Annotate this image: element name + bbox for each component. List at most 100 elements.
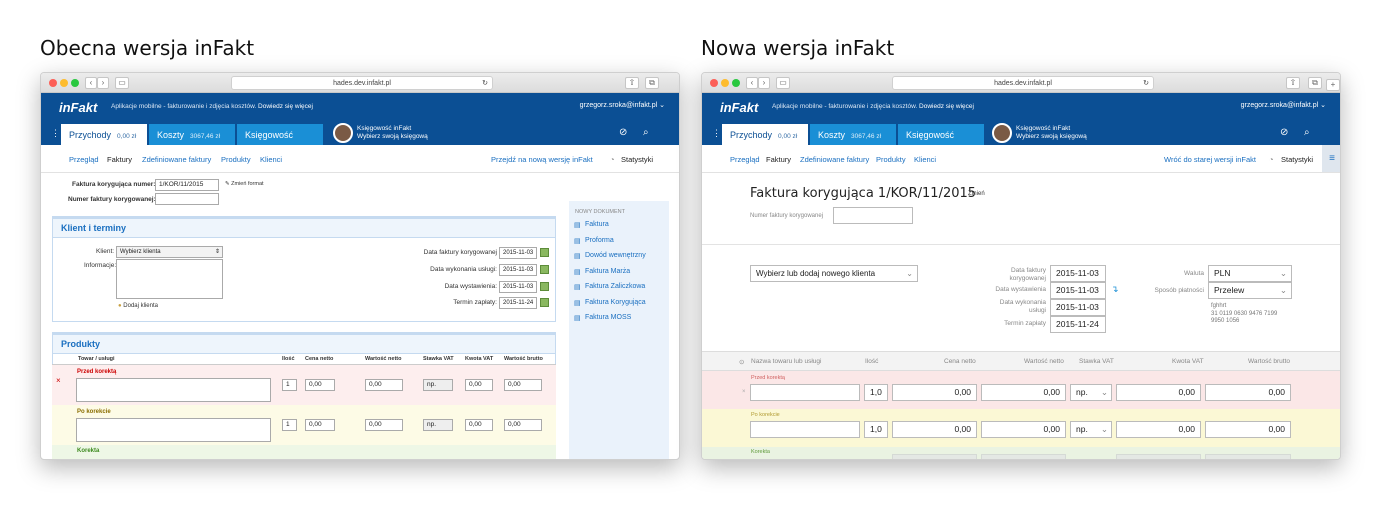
subnav-produkty[interactable]: Produkty: [876, 155, 906, 164]
qty-after[interactable]: 1: [282, 419, 297, 431]
subnav-produkty[interactable]: Produkty: [221, 155, 251, 164]
gross-before[interactable]: 0,00: [1205, 384, 1291, 401]
info-textarea[interactable]: [116, 259, 223, 299]
product-name-after[interactable]: [76, 418, 271, 442]
search-icon[interactable]: ⌕: [1304, 127, 1310, 138]
qty-before[interactable]: 1: [282, 379, 297, 391]
sidebar-item-correction[interactable]: ▤ Faktura Korygująca: [569, 299, 669, 315]
date-input-service[interactable]: 2015-11-03: [1050, 299, 1106, 316]
forward-icon[interactable]: ›: [758, 77, 770, 89]
net-price-before[interactable]: 0,00: [305, 379, 335, 391]
sidebar-item-proforma[interactable]: ▤ Proforma: [569, 237, 669, 253]
sidebar-item-moss[interactable]: ▤ Faktura MOSS: [569, 314, 669, 330]
subnav-przeglad[interactable]: Przegląd: [730, 155, 760, 164]
vat-select-after[interactable]: np.: [423, 419, 453, 431]
forward-icon[interactable]: ›: [97, 77, 109, 89]
corrected-number-input[interactable]: [833, 207, 913, 224]
close-window-icon[interactable]: [49, 79, 57, 87]
tab-koszty[interactable]: Koszty 3067,46 zł: [810, 124, 896, 145]
date-input-due[interactable]: 2015-11-24: [499, 297, 537, 309]
client-select[interactable]: Wybierz klienta ⇕: [116, 246, 223, 258]
promo-link[interactable]: Dowiedz się więcej: [919, 103, 974, 110]
date-input-due[interactable]: 2015-11-24: [1050, 316, 1106, 333]
currency-select[interactable]: PLN ⌄: [1208, 265, 1292, 282]
new-tab-button[interactable]: +: [1326, 79, 1340, 91]
date-input-issue[interactable]: 2015-11-03: [499, 281, 537, 293]
reload-icon[interactable]: ↻: [482, 77, 488, 90]
net-price-before[interactable]: 0,00: [892, 384, 977, 401]
corrected-number-input[interactable]: [155, 193, 219, 205]
back-icon[interactable]: ‹: [85, 77, 97, 89]
infakt-logo[interactable]: inFakt: [720, 100, 758, 115]
infakt-logo[interactable]: inFakt: [59, 100, 97, 115]
net-value-after[interactable]: 0,00: [365, 419, 403, 431]
vat-select-before[interactable]: np.: [423, 379, 453, 391]
subnav-zdefiniowane[interactable]: Zdefiniowane faktury: [142, 155, 211, 164]
date-input-issue[interactable]: 2015-11-03: [1050, 282, 1106, 299]
net-value-before[interactable]: 0,00: [981, 384, 1066, 401]
add-client-link[interactable]: ● Dodaj klienta: [118, 303, 158, 309]
subnav-faktury[interactable]: Faktury: [766, 155, 791, 164]
sidebar-item-faktura[interactable]: ▤ Faktura: [569, 221, 669, 237]
gross-after[interactable]: 0,00: [504, 419, 542, 431]
stats-link[interactable]: Statystyki: [1281, 155, 1313, 164]
product-name-before[interactable]: [750, 384, 860, 401]
sidebar-icon[interactable]: ▭: [115, 77, 129, 89]
calendar-icon[interactable]: [540, 282, 549, 291]
change-link[interactable]: Zmień: [968, 191, 985, 197]
qty-before[interactable]: 1,0: [864, 384, 888, 401]
vat-amount-before[interactable]: 0,00: [1116, 384, 1201, 401]
remove-row-icon[interactable]: ×: [56, 376, 61, 385]
back-icon[interactable]: ‹: [746, 77, 758, 89]
tab-przychody[interactable]: Przychody 0,00 zł: [722, 124, 808, 145]
calendar-icon[interactable]: [540, 265, 549, 274]
net-value-after[interactable]: 0,00: [981, 421, 1066, 438]
vat-amount-after[interactable]: 0,00: [1116, 421, 1201, 438]
date-input-corrected[interactable]: 2015-11-03: [1050, 265, 1106, 282]
invoice-number-input[interactable]: 1/KOR/11/2015: [155, 179, 219, 191]
product-name-before[interactable]: [76, 378, 271, 402]
tab-przychody[interactable]: Przychody 0,00 zł: [61, 124, 147, 145]
change-format-link[interactable]: ✎ Zmień format: [225, 181, 264, 187]
user-email[interactable]: grzegorz.sroka@infakt.pl ⌄: [580, 101, 665, 109]
subnav-przeglad[interactable]: Przegląd: [69, 155, 99, 164]
net-value-before[interactable]: 0,00: [365, 379, 403, 391]
promo-link[interactable]: Dowiedz się więcej: [258, 103, 313, 110]
paperclip-icon[interactable]: ⊘: [619, 127, 627, 138]
gross-after[interactable]: 0,00: [1205, 421, 1291, 438]
net-price-after[interactable]: 0,00: [305, 419, 335, 431]
subnav-zdefiniowane[interactable]: Zdefiniowane faktury: [800, 155, 869, 164]
minimize-window-icon[interactable]: [721, 79, 729, 87]
calendar-icon[interactable]: [540, 298, 549, 307]
user-email[interactable]: grzegorz.sroka@infakt.pl ⌄: [1241, 101, 1326, 109]
tab-koszty[interactable]: Koszty 3067,46 zł: [149, 124, 235, 145]
subnav-klienci[interactable]: Klienci: [260, 155, 282, 164]
tabs-icon[interactable]: ⧉: [645, 77, 659, 89]
payment-select[interactable]: Przelew ⌄: [1208, 282, 1292, 299]
subnav-klienci[interactable]: Klienci: [914, 155, 936, 164]
gross-before[interactable]: 0,00: [504, 379, 542, 391]
sidebar-item-advance[interactable]: ▤ Faktura Zaliczkowa: [569, 283, 669, 299]
vat-select-before[interactable]: np. ⌄: [1070, 384, 1112, 401]
calendar-icon[interactable]: [540, 248, 549, 257]
qty-after[interactable]: 1,0: [864, 421, 888, 438]
minimize-window-icon[interactable]: [60, 79, 68, 87]
sidebar-item-margin[interactable]: ▤ Faktura Marża: [569, 268, 669, 284]
accountant-info[interactable]: Księgowość inFakt Wybierz swoją księgową: [357, 125, 428, 141]
accountant-avatar[interactable]: [992, 123, 1012, 143]
date-input-corrected[interactable]: 2015-11-03: [499, 247, 537, 259]
maximize-window-icon[interactable]: [71, 79, 79, 87]
vat-amount-before[interactable]: 0,00: [465, 379, 493, 391]
vat-select-after[interactable]: np. ⌄: [1070, 421, 1112, 438]
tabs-icon[interactable]: ⧉: [1308, 77, 1322, 89]
paperclip-icon[interactable]: ⊘: [1280, 127, 1288, 138]
stats-link[interactable]: Statystyki: [621, 155, 653, 164]
date-input-service[interactable]: 2015-11-03: [499, 264, 537, 276]
menu-icon[interactable]: ≡: [1322, 145, 1340, 172]
sidebar-icon[interactable]: ▭: [776, 77, 790, 89]
tab-ksiegowosc[interactable]: Księgowość: [898, 124, 984, 145]
share-icon[interactable]: ⇧: [1286, 77, 1300, 89]
url-bar[interactable]: hades.dev.infakt.pl ↻: [231, 76, 493, 90]
vat-amount-after[interactable]: 0,00: [465, 419, 493, 431]
accountant-avatar[interactable]: [333, 123, 353, 143]
